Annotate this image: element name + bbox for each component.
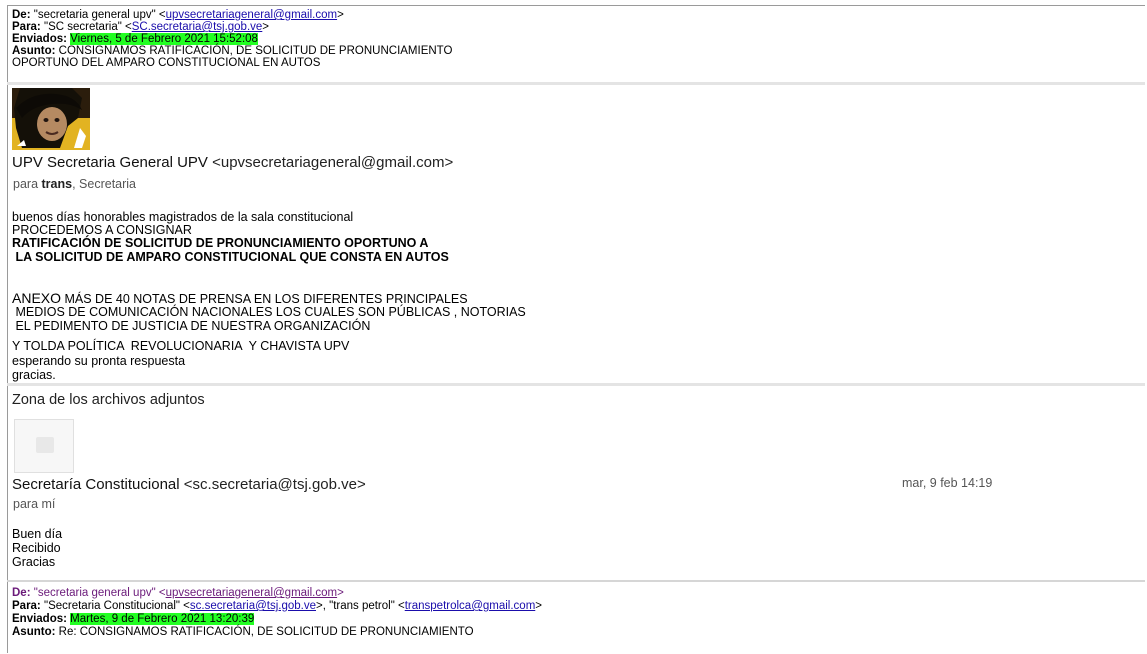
fwd1-sent-line: Enviados: Viernes, 5 de Febrero 2021 15:… <box>12 33 258 46</box>
from-email-link[interactable]: upvsecretariageneral@gmail.com <box>166 9 337 21</box>
fwd1-from-line: De: "secretaria general upv" <upvsecreta… <box>12 9 344 22</box>
sent-label: Enviados: <box>12 613 67 625</box>
recipient-trans: trans <box>41 177 73 191</box>
subject-label: Asunto: <box>12 626 56 638</box>
sender-avatar[interactable] <box>12 88 90 150</box>
to-mid: >, "trans petrol" < <box>316 600 405 612</box>
fwd2-to-line: Para: "Secretaria Constitucional" <sc.se… <box>12 600 542 613</box>
fwd2-sent-line: Enviados: Martes, 9 de Febrero 2021 13:2… <box>12 613 255 626</box>
message1-recipients: para trans, Secretaria <box>13 177 136 191</box>
to-email-link[interactable]: SC.secretaria@tsj.gob.ve <box>132 21 263 33</box>
message2-body-line3: Gracias <box>12 555 56 569</box>
from-name: "secretaria general upv" < <box>33 587 166 599</box>
attachment-thumbnail[interactable] <box>14 419 74 473</box>
fwd2-subject-line: Asunto: Re: CONSIGNAMOS RATIFICACIÓN, DE… <box>12 626 474 639</box>
to-label: Para: <box>12 21 41 33</box>
message1-body-line3: RATIFICACIÓN DE SOLICITUD DE PRONUNCIAMI… <box>12 236 429 250</box>
sender-name[interactable]: UPV Secretaria General UPV <box>12 154 208 171</box>
annex-text: MÁS DE 40 NOTAS DE PRENSA EN LOS DIFEREN… <box>61 292 468 306</box>
from-close: > <box>337 9 344 21</box>
message2-recipients: para mí <box>13 497 56 511</box>
message1-body-line5: ANEXO MÁS DE 40 NOTAS DE PRENSA EN LOS D… <box>12 290 468 306</box>
message1-body-line4: LA SOLICITUD DE AMPARO CONSTITUCIONAL QU… <box>12 250 449 264</box>
fwd2-from-line: De: "secretaria general upv" <upvsecreta… <box>12 587 344 600</box>
divider <box>7 383 1145 386</box>
divider <box>7 82 1145 85</box>
sent-date-highlight: Martes, 9 de Febrero 2021 13:20:39 <box>70 613 255 625</box>
recipient-rest: , Secretaria <box>72 177 137 191</box>
message1-body-line9: esperando su pronta respuesta <box>12 354 186 368</box>
message2-body-line2: Recibido <box>12 541 61 555</box>
message2-date: mar, 9 feb 14:19 <box>902 476 993 490</box>
from-name: "secretaria general upv" < <box>33 9 166 21</box>
sender-email: <sc.secretaria@tsj.gob.ve> <box>183 476 366 493</box>
fwd1-subject-line2: OPORTUNO DEL AMPARO CONSTITUCIONAL EN AU… <box>12 57 321 69</box>
avatar-image <box>12 88 90 150</box>
message2-body-line1: Buen día <box>12 527 63 541</box>
sent-date-highlight: Viernes, 5 de Febrero 2021 15:52:08 <box>70 33 258 45</box>
image-placeholder-icon <box>36 437 54 453</box>
message1-body-line7: EL PEDIMENTO DE JUSTICIA DE NUESTRA ORGA… <box>12 319 371 333</box>
to-email-link-2[interactable]: transpetrolca@gmail.com <box>405 600 536 612</box>
attachments-title: Zona de los archivos adjuntos <box>12 392 205 408</box>
message1-body-line10: gracias. <box>12 368 56 382</box>
subject-text: CONSIGNAMOS RATIFICACIÓN, DE SOLICITUD D… <box>58 45 453 57</box>
annex-label: ANEXO <box>12 290 62 306</box>
sender-name[interactable]: Secretaría Constitucional <box>12 476 180 493</box>
from-label: De: <box>12 9 31 21</box>
from-email-link[interactable]: upvsecretariageneral@gmail.com <box>166 587 337 599</box>
recipients-prefix: para <box>13 177 39 191</box>
message1-body-line8: Y TOLDA POLÍTICA REVOLUCIONARIA Y CHAVIS… <box>12 339 350 353</box>
to-name: "SC secretaria" < <box>43 21 132 33</box>
fwd1-to-line: Para: "SC secretaria" <SC.secretaria@tsj… <box>12 21 269 34</box>
to-label: Para: <box>12 600 41 612</box>
to-email-link[interactable]: sc.secretaria@tsj.gob.ve <box>190 600 316 612</box>
fwd1-subject-line: Asunto: CONSIGNAMOS RATIFICACIÓN, DE SOL… <box>12 45 452 58</box>
from-label: De: <box>12 587 31 599</box>
message1-body-line6: MEDIOS DE COMUNICACIÓN NACIONALES LOS CU… <box>12 305 526 319</box>
message1-sender: UPV Secretaria General UPV <upvsecretari… <box>12 154 453 171</box>
message2-sender: Secretaría Constitucional <sc.secretaria… <box>12 476 366 493</box>
sent-label: Enviados: <box>12 33 67 45</box>
to-close: > <box>535 600 542 612</box>
to-name: "Secretaria Constitucional" < <box>43 600 190 612</box>
message2-body: Buen día Recibido Gracias <box>12 527 62 569</box>
to-close: > <box>262 21 270 33</box>
subject-text: Re: CONSIGNAMOS RATIFICACIÓN, DE SOLICIT… <box>58 626 474 638</box>
divider <box>7 580 1145 582</box>
subject-label: Asunto: <box>12 45 56 57</box>
from-close: > <box>337 587 344 599</box>
sender-email: <upvsecretariageneral@gmail.com> <box>212 154 454 171</box>
